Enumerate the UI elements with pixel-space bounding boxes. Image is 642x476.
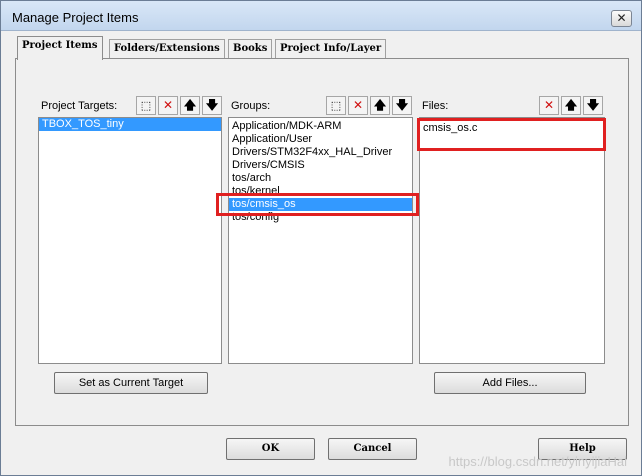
- set-current-target-button[interactable]: Set as Current Target: [54, 372, 208, 394]
- annotation-box-group: [216, 193, 419, 216]
- group-item[interactable]: Application/MDK-ARM: [229, 120, 412, 133]
- files-caption: Files:: [422, 100, 449, 112]
- targets-list[interactable]: TBOX_TOS_tiny: [38, 117, 222, 364]
- tab-project-items[interactable]: Project Items: [17, 36, 103, 60]
- delete-target-icon[interactable]: ✕: [158, 96, 178, 115]
- title-bar: Manage Project Items ✕: [1, 1, 641, 31]
- manage-project-items-dialog: Manage Project Items ✕ Folders/Extension…: [0, 0, 642, 476]
- move-target-up-icon[interactable]: 🡅: [180, 96, 200, 115]
- move-group-down-icon[interactable]: 🡇: [392, 96, 412, 115]
- delete-file-icon[interactable]: ✕: [539, 96, 559, 115]
- new-group-icon[interactable]: ⬚: [326, 96, 346, 115]
- group-item[interactable]: Drivers/CMSIS: [229, 159, 412, 172]
- groups-caption: Groups:: [231, 100, 271, 112]
- target-item-0[interactable]: TBOX_TOS_tiny: [39, 118, 221, 131]
- group-item[interactable]: Drivers/STM32F4xx_HAL_Driver: [229, 146, 412, 159]
- move-file-down-icon[interactable]: 🡇: [583, 96, 603, 115]
- new-target-icon[interactable]: ⬚: [136, 96, 156, 115]
- targets-caption: Project Targets:: [41, 100, 118, 112]
- move-group-up-icon[interactable]: 🡅: [370, 96, 390, 115]
- groups-list[interactable]: Application/MDK-ARM Application/User Dri…: [228, 117, 413, 364]
- files-list[interactable]: cmsis_os.c: [419, 117, 605, 364]
- ok-button[interactable]: OK: [226, 438, 315, 460]
- tab-books[interactable]: Books: [228, 39, 273, 59]
- window-title: Manage Project Items: [12, 10, 139, 25]
- watermark-text: https://blog.csdn.net/yinyijiaHai: [448, 454, 627, 469]
- tab-folders-extensions[interactable]: Folders/Extensions: [109, 39, 225, 59]
- files-header: Files: ✕ 🡅 🡇: [419, 94, 605, 118]
- group-item[interactable]: tos/arch: [229, 172, 412, 185]
- annotation-box-file: [417, 118, 606, 151]
- tab-project-info-layer[interactable]: Project Info/Layer: [275, 39, 387, 59]
- close-icon[interactable]: ✕: [611, 10, 632, 27]
- cancel-button[interactable]: Cancel: [328, 438, 417, 460]
- groups-header: Groups: ⬚ ✕ 🡅 🡇: [228, 94, 413, 118]
- move-file-up-icon[interactable]: 🡅: [561, 96, 581, 115]
- targets-header: Project Targets: ⬚ ✕ 🡅 🡇: [38, 94, 222, 118]
- group-item[interactable]: Application/User: [229, 133, 412, 146]
- delete-group-icon[interactable]: ✕: [348, 96, 368, 115]
- move-target-down-icon[interactable]: 🡇: [202, 96, 222, 115]
- add-files-button[interactable]: Add Files...: [434, 372, 586, 394]
